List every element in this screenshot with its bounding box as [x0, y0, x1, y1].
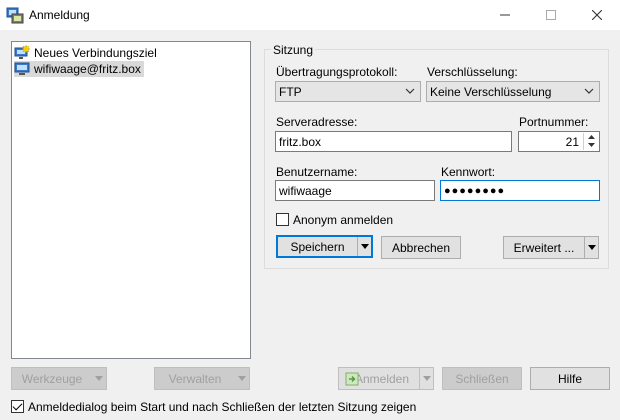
protocol-select-value: FTP: [279, 84, 302, 99]
minimize-icon: [500, 14, 510, 16]
password-label: Kennwort:: [441, 165, 496, 179]
maximize-icon: [546, 10, 556, 20]
tools-button-label: Werkzeuge: [21, 371, 83, 386]
manage-button[interactable]: Verwalten: [154, 367, 250, 390]
manage-dropdown-button[interactable]: [235, 368, 249, 389]
close-icon: [592, 10, 602, 20]
cancel-button[interactable]: Abbrechen: [381, 236, 461, 259]
close-button[interactable]: [574, 0, 620, 30]
login-dropdown-button[interactable]: [419, 368, 433, 389]
chevron-down-icon: [584, 88, 594, 94]
password-input-value: ●●●●●●●●: [444, 184, 506, 197]
help-button-label: Hilfe: [557, 371, 582, 386]
site-tree[interactable]: Neues Verbindungsziel wifiwaage@fritz.bo…: [11, 41, 251, 359]
tree-item-new-site[interactable]: Neues Verbindungsziel: [14, 45, 160, 61]
save-dropdown-button[interactable]: [357, 237, 371, 256]
user-label: Benutzername:: [276, 165, 358, 179]
save-button[interactable]: Speichern: [276, 235, 373, 258]
encryption-select[interactable]: Keine Verschlüsselung: [426, 81, 600, 102]
session-group-legend: Sitzung: [271, 43, 316, 57]
show-on-startup-label[interactable]: Anmeldedialog beim Start und nach Schlie…: [28, 400, 416, 414]
encryption-label: Verschlüsselung:: [427, 65, 518, 79]
window-title: Anmeldung: [29, 8, 90, 22]
advanced-dropdown-button[interactable]: [584, 237, 598, 258]
spin-down-icon[interactable]: [584, 141, 598, 149]
login-button[interactable]: Anmelden: [338, 367, 434, 390]
protocol-select[interactable]: FTP: [275, 81, 421, 102]
help-button[interactable]: Hilfe: [530, 367, 610, 390]
tree-item-label: Neues Verbindungsziel: [34, 46, 157, 60]
cancel-button-label: Abbrechen: [391, 240, 451, 255]
spin-up-icon[interactable]: [584, 133, 598, 141]
show-on-startup-checkbox[interactable]: [11, 400, 24, 413]
protocol-label: Übertragungsprotokoll:: [276, 65, 398, 79]
new-site-computer-icon: [14, 45, 30, 59]
username-input[interactable]: wifiwaage: [275, 180, 435, 201]
login-icon: [345, 372, 359, 386]
close-dialog-button[interactable]: Schließen: [442, 367, 522, 390]
minimize-button[interactable]: [482, 0, 528, 30]
port-stepper[interactable]: 21: [518, 131, 600, 152]
host-input[interactable]: fritz.box: [275, 131, 512, 152]
login-button-label: Anmelden: [354, 371, 410, 386]
host-label: Serveradresse:: [276, 115, 358, 129]
maximize-button[interactable]: [528, 0, 574, 30]
tools-button[interactable]: Werkzeuge: [11, 367, 107, 390]
anonymous-label[interactable]: Anonym anmelden: [293, 213, 393, 227]
save-button-label: Speichern: [290, 239, 345, 254]
password-input[interactable]: ●●●●●●●●: [440, 180, 600, 201]
dropdown-arrow-icon: [95, 376, 103, 381]
site-computer-icon: [14, 62, 30, 75]
title-bar: Anmeldung: [0, 0, 620, 30]
dropdown-arrow-icon: [422, 376, 431, 381]
close-dialog-button-label: Schließen: [455, 371, 509, 386]
manage-button-label: Verwalten: [168, 371, 222, 386]
tree-item-label: wifiwaage@fritz.box: [34, 62, 141, 76]
dropdown-arrow-icon: [360, 244, 369, 249]
port-value: 21: [565, 135, 579, 149]
dropdown-arrow-icon: [587, 245, 596, 250]
tree-item-site[interactable]: wifiwaage@fritz.box: [14, 61, 144, 77]
advanced-button-label: Erweitert ...: [513, 240, 575, 255]
host-input-value: fritz.box: [279, 134, 322, 149]
username-input-value: wifiwaage: [279, 183, 332, 198]
encryption-select-value: Keine Verschlüsselung: [430, 84, 552, 99]
port-spin-buttons[interactable]: [583, 133, 598, 150]
advanced-button[interactable]: Erweitert ...: [503, 236, 599, 259]
tools-dropdown-button[interactable]: [92, 368, 106, 389]
port-label: Portnummer:: [519, 115, 589, 129]
dropdown-arrow-icon: [238, 376, 246, 381]
winscp-app-icon: [6, 7, 24, 24]
anonymous-checkbox[interactable]: [276, 213, 289, 226]
chevron-down-icon: [405, 88, 415, 94]
